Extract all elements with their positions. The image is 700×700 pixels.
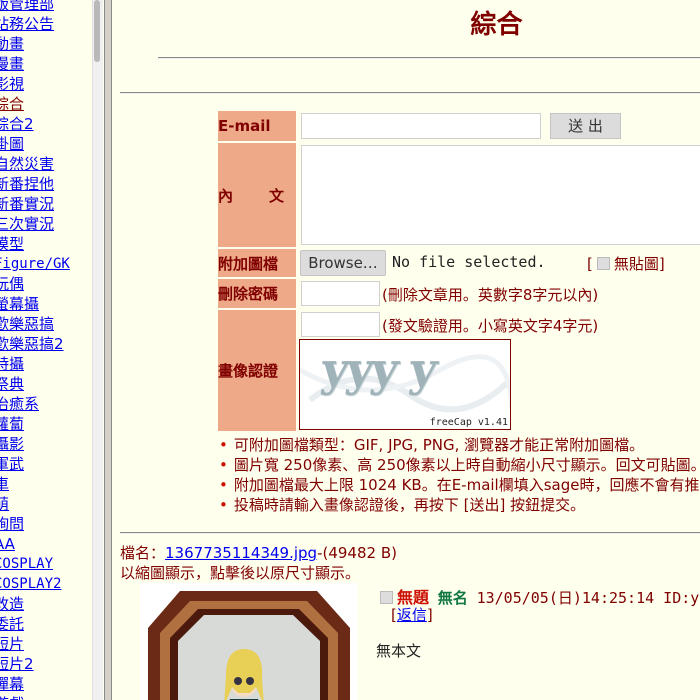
reply-link-wrap: [返信] bbox=[391, 604, 433, 625]
title-divider bbox=[158, 57, 700, 59]
sidebar-item[interactable]: 短片2 bbox=[0, 654, 70, 674]
email-label: E-mail bbox=[218, 111, 296, 141]
file-size: -(49482 B) bbox=[317, 544, 397, 562]
rule-item: • 圖片寬 250像素、高 250像素以上時自動縮小尺寸顯示。回文可貼圖。 bbox=[219, 456, 700, 474]
sidebar-item[interactable]: Figure/GK bbox=[0, 254, 70, 274]
captcha-image: yyy y freeCap v1.41 bbox=[299, 339, 511, 430]
thumbnail-image bbox=[140, 583, 357, 700]
sidebar-item[interactable]: 遊戲 bbox=[0, 694, 70, 700]
sidebar-item[interactable]: COSPLAY2 bbox=[0, 574, 70, 594]
sidebar-item[interactable]: 軍武 bbox=[0, 454, 70, 474]
captcha-text: yyy y bbox=[318, 342, 439, 396]
captcha-label: 畫像認證 bbox=[218, 310, 296, 431]
post-name: 無名 bbox=[437, 589, 468, 607]
body-textarea[interactable] bbox=[301, 145, 700, 245]
sidebar-item[interactable]: 玩偶 bbox=[0, 274, 70, 294]
sidebar-item[interactable]: 新番捏他 bbox=[0, 174, 70, 194]
sidebar-item[interactable]: 短片 bbox=[0, 634, 70, 654]
sidebar-item[interactable]: 彈幕 bbox=[0, 674, 70, 694]
sidebar-item[interactable]: 站務公告 bbox=[0, 14, 70, 34]
post-datetime: 13/05/05(日)14:25:14 ID:yoCs bbox=[476, 589, 700, 607]
sidebar-item[interactable]: 蘿蔔 bbox=[0, 414, 70, 434]
sidebar-item[interactable]: 三次實況 bbox=[0, 214, 70, 234]
file-link[interactable]: 1367735114349.jpg bbox=[165, 544, 317, 562]
reply-link[interactable]: 返信 bbox=[397, 606, 427, 624]
captcha-hint: (發文驗證用。小寫英文字4字元) bbox=[382, 317, 599, 335]
post-file-info: 檔名：1367735114349.jpg-(49482 B) bbox=[120, 542, 397, 563]
sidebar-item[interactable]: 萌 bbox=[0, 494, 70, 514]
board-nav-list: 版管理部 站務公告 動畫 漫畫 影視 綜合 綜合2 掛圖 自然災害 新番捏他 新… bbox=[0, 0, 70, 700]
sidebar-item[interactable]: 治癒系 bbox=[0, 394, 70, 414]
rule-item: • 附加圖檔最大上限 1024 KB。在E-mail欄填入sage時，回應不會有推… bbox=[219, 476, 700, 494]
form-divider bbox=[120, 532, 700, 534]
sidebar-item[interactable]: 特攝 bbox=[0, 354, 70, 374]
sidebar-item[interactable]: 掛圖 bbox=[0, 134, 70, 154]
sidebar-item[interactable]: 歡樂惡搞2 bbox=[0, 334, 70, 354]
sidebar-item[interactable]: 新番實況 bbox=[0, 194, 70, 214]
sidebar: 版管理部 站務公告 動畫 漫畫 影視 綜合 綜合2 掛圖 自然災害 新番捏他 新… bbox=[0, 0, 92, 700]
sidebar-item[interactable]: 祭典 bbox=[0, 374, 70, 394]
file-status: No file selected. bbox=[392, 253, 546, 271]
sidebar-item-current[interactable]: 綜合 bbox=[0, 94, 70, 114]
sidebar-item[interactable]: 影視 bbox=[0, 74, 70, 94]
no-image-option: [ 無貼圖] bbox=[587, 253, 665, 274]
delete-password-label: 刪除密碼 bbox=[218, 279, 296, 308]
delete-password-hint: (刪除文章用。英數字8字元以內) bbox=[382, 286, 599, 304]
sidebar-item[interactable]: 委託 bbox=[0, 614, 70, 634]
delete-checkbox[interactable] bbox=[380, 591, 393, 604]
sidebar-scrollbar-thumb[interactable] bbox=[94, 0, 100, 62]
captcha-field[interactable] bbox=[301, 312, 380, 337]
rule-item: • 可附加圖檔類型：GIF, JPG, PNG, 瀏覽器才能正常附加圖檔。 bbox=[219, 436, 645, 454]
sidebar-item[interactable]: 詢問 bbox=[0, 514, 70, 534]
sidebar-item[interactable]: 歡樂惡搞 bbox=[0, 314, 70, 334]
captcha-credit: freeCap v1.41 bbox=[429, 417, 508, 428]
sidebar-item[interactable]: 綜合2 bbox=[0, 114, 70, 134]
sidebar-item[interactable]: 螢幕攝 bbox=[0, 294, 70, 314]
file-label: 檔名： bbox=[120, 544, 166, 562]
sidebar-item[interactable]: AA bbox=[0, 534, 70, 554]
sidebar-item[interactable]: 動畫 bbox=[0, 34, 70, 54]
delete-password-field[interactable] bbox=[301, 281, 380, 306]
sidebar-item[interactable]: 改造 bbox=[0, 594, 70, 614]
submit-button[interactable]: 送 出 bbox=[550, 113, 621, 139]
no-image-bracket: [ bbox=[587, 255, 593, 273]
attach-label: 附加圖檔 bbox=[218, 249, 296, 277]
post-thumbnail[interactable] bbox=[140, 583, 357, 700]
no-image-checkbox[interactable] bbox=[596, 257, 610, 270]
sidebar-item[interactable]: 車 bbox=[0, 474, 70, 494]
sidebar-item[interactable]: 漫畫 bbox=[0, 54, 70, 74]
sidebar-item[interactable]: 攝影 bbox=[0, 434, 70, 454]
sidebar-item[interactable]: COSPLAY bbox=[0, 554, 70, 574]
sidebar-scrollbar[interactable] bbox=[92, 0, 103, 700]
main-frame: 綜合 E-mail 送 出 內 文 附加圖檔 Browse… No file s… bbox=[111, 0, 700, 700]
email-field[interactable] bbox=[301, 113, 541, 139]
header-divider bbox=[120, 92, 700, 94]
post-body: 無本文 bbox=[376, 642, 422, 660]
body-label: 內 文 bbox=[218, 143, 296, 247]
browse-button[interactable]: Browse… bbox=[300, 250, 386, 276]
sidebar-item[interactable]: 版管理部 bbox=[0, 0, 70, 14]
thumb-note: 以縮圖顯示，點擊後以原尺寸顯示。 bbox=[120, 564, 361, 582]
rule-item: • 投稿時請輸入畫像認證後，再按下 [送出] 按鈕提交。 bbox=[219, 496, 586, 514]
sidebar-item[interactable]: 自然災害 bbox=[0, 154, 70, 174]
reply-bracket-close: ] bbox=[426, 606, 433, 624]
no-image-text: 無貼圖] bbox=[613, 255, 665, 273]
page-title: 綜合 bbox=[470, 10, 523, 40]
sidebar-item[interactable]: 模型 bbox=[0, 234, 70, 254]
